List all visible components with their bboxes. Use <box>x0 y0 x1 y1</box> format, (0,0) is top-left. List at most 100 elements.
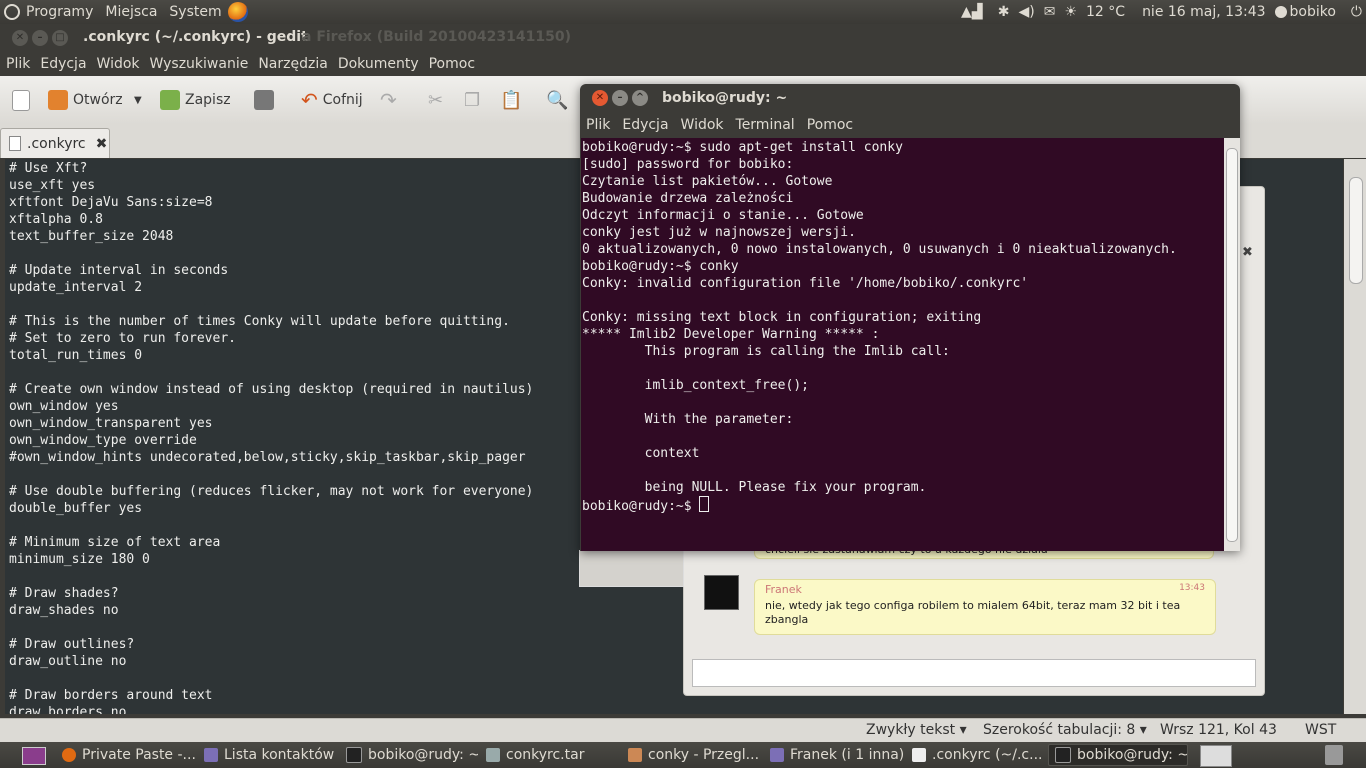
redo-icon: ↷ <box>380 88 397 112</box>
new-button[interactable] <box>12 88 30 112</box>
terminal-titlebar[interactable]: ✕ – ^ bobiko@rudy: ~ <box>580 84 1240 112</box>
tab-width-selector[interactable]: Szerokość tabulacji: 8 ▾ <box>983 722 1147 738</box>
terminal-history: bobiko@rudy:~$ sudo apt-get install conk… <box>582 140 1177 495</box>
terminal-icon <box>1055 747 1071 763</box>
terminal-menu-plik[interactable]: Plik <box>580 117 616 133</box>
power-icon[interactable]: ⏻ <box>1351 4 1362 20</box>
ubuntu-logo-icon[interactable] <box>4 4 20 20</box>
open-button[interactable]: Otwórz <box>48 88 123 112</box>
paste-button[interactable]: 📋 <box>500 88 522 112</box>
network-icon[interactable]: ▲▟ <box>955 4 989 20</box>
open-label: Otwórz <box>73 92 123 108</box>
trash-icon[interactable] <box>1325 745 1343 765</box>
menu-plik[interactable]: Plik <box>2 56 34 72</box>
editor-scrollbar[interactable] <box>1344 159 1366 714</box>
maximize-icon[interactable]: □ <box>52 30 68 46</box>
tab-conkyrc[interactable]: .conkyrc ✖ <box>0 128 110 158</box>
search-icon: 🔍 <box>546 89 569 111</box>
menu-narzedzia[interactable]: Narzędzia <box>254 56 331 72</box>
minimize-icon[interactable]: – <box>32 30 48 46</box>
taskbar-label: Lista kontaktów <box>224 747 335 763</box>
firefox-icon[interactable] <box>227 2 248 22</box>
gedit-titlebar[interactable]: ✕ – □ .conkyrc (~/.conkyrc) - gedit a Fi… <box>0 24 1366 52</box>
document-icon <box>9 136 21 151</box>
open-dropdown-button[interactable]: ▼ <box>134 88 142 112</box>
chat-close-icon[interactable]: ✖ <box>1242 245 1253 260</box>
show-desktop-icon[interactable] <box>22 747 46 765</box>
save-button[interactable]: Zapisz <box>160 88 231 112</box>
taskbar-label: Private Paste -... <box>82 747 196 763</box>
terminal-menu-widok[interactable]: Widok <box>675 117 730 133</box>
chat-time: 13:43 <box>1179 583 1205 593</box>
taskbar-item-gedit[interactable]: .conkyrc (~/.c... <box>906 744 1046 766</box>
taskbar-item-terminal-1[interactable]: bobiko@rudy: ~ <box>340 744 478 766</box>
terminal-text[interactable]: bobiko@rudy:~$ sudo apt-get install conk… <box>581 138 1224 516</box>
folder-icon <box>48 90 68 110</box>
terminal-prompt: bobiko@rudy:~$ <box>582 499 700 514</box>
terminal-menu-edycja[interactable]: Edycja <box>616 117 674 133</box>
menu-dokumenty[interactable]: Dokumenty <box>334 56 423 72</box>
tab-label: .conkyrc <box>27 135 86 152</box>
menu-widok[interactable]: Widok <box>93 56 144 72</box>
menu-wyszukiwanie[interactable]: Wyszukiwanie <box>146 56 253 72</box>
bottom-panel: Private Paste -... Lista kontaktów bobik… <box>0 742 1366 768</box>
minimize-icon[interactable]: – <box>612 90 628 106</box>
chevron-down-icon: ▼ <box>134 94 142 106</box>
avatar <box>704 575 739 610</box>
close-tab-icon[interactable]: ✖ <box>96 136 108 152</box>
chat-message: Franek 13:43 nie, wtedy jak tego configa… <box>754 579 1216 635</box>
close-icon[interactable]: ✕ <box>12 30 28 46</box>
scrollbar-thumb[interactable] <box>1226 148 1238 542</box>
volume-icon[interactable]: ◀) <box>1018 4 1034 20</box>
save-label: Zapisz <box>185 92 231 108</box>
chat-input[interactable] <box>692 659 1256 687</box>
menu-system[interactable]: System <box>163 4 227 20</box>
undo-icon: ↶ <box>301 88 318 112</box>
terminal-menu-pomoc[interactable]: Pomoc <box>801 117 859 133</box>
terminal-menu-terminal[interactable]: Terminal <box>730 117 801 133</box>
close-icon[interactable]: ✕ <box>592 90 608 106</box>
redo-button[interactable]: ↷ <box>380 88 397 112</box>
weather-icon[interactable]: ☀ <box>1064 4 1077 20</box>
save-icon <box>160 90 180 110</box>
image-viewer-icon <box>628 748 642 762</box>
menu-pomoc[interactable]: Pomoc <box>425 56 479 72</box>
cut-button[interactable]: ✂ <box>428 88 443 112</box>
taskbar-item-contacts[interactable]: Lista kontaktów <box>198 744 338 766</box>
firefox-icon <box>62 748 76 762</box>
scrollbar-thumb[interactable] <box>1349 177 1363 284</box>
indicator-area: ▲▟ ✱ ◀) ✉ ☀ 12 °C nie 16 maj, 13:43 bobi… <box>955 0 1362 24</box>
clock[interactable]: nie 16 maj, 13:43 <box>1142 4 1265 20</box>
printer-icon <box>254 90 274 110</box>
terminal-window[interactable]: ✕ – ^ bobiko@rudy: ~ Plik Edycja Widok T… <box>580 84 1240 551</box>
taskbar-item-terminal-2[interactable]: bobiko@rudy: ~ <box>1048 744 1188 766</box>
window-resize-outline <box>579 550 684 587</box>
menu-miejsca[interactable]: Miejsca <box>99 4 163 20</box>
taskbar-item-conky-browser[interactable]: conky - Przegl... <box>622 744 762 766</box>
paste-icon: 📋 <box>500 89 523 111</box>
syntax-selector[interactable]: Zwykły tekst ▾ <box>866 722 967 738</box>
pidgin-icon <box>770 748 784 762</box>
mail-icon[interactable]: ✉ <box>1044 4 1056 20</box>
print-button[interactable] <box>254 88 274 112</box>
taskbar-label: bobiko@rudy: ~ <box>368 747 478 763</box>
cursor-position: Wrsz 121, Kol 43 <box>1160 722 1277 738</box>
taskbar-item-conkyrc-tar[interactable]: conkyrc.tar <box>480 744 620 766</box>
maximize-icon[interactable]: ^ <box>632 90 648 106</box>
insert-mode: WST <box>1305 722 1337 738</box>
bluetooth-icon[interactable]: ✱ <box>998 4 1010 20</box>
new-document-icon <box>12 89 30 111</box>
menu-edycja[interactable]: Edycja <box>36 56 90 72</box>
taskbar-item-private-paste[interactable]: Private Paste -... <box>56 744 196 766</box>
menu-programy[interactable]: Programy <box>20 4 99 20</box>
undo-button[interactable]: ↶ Cofnij <box>301 88 363 112</box>
taskbar-label: .conkyrc (~/.c... <box>932 747 1043 763</box>
workspace-switcher[interactable] <box>1200 745 1232 767</box>
taskbar-item-franek-chat[interactable]: Franek (i 1 inna) <box>764 744 904 766</box>
terminal-scrollbar[interactable] <box>1224 138 1240 551</box>
temperature[interactable]: 12 °C <box>1086 4 1125 20</box>
terminal-output[interactable]: bobiko@rudy:~$ sudo apt-get install conk… <box>581 138 1224 551</box>
copy-button[interactable]: ❐ <box>464 88 480 112</box>
user-name[interactable]: bobiko <box>1290 4 1336 20</box>
search-button[interactable]: 🔍 <box>546 88 568 112</box>
